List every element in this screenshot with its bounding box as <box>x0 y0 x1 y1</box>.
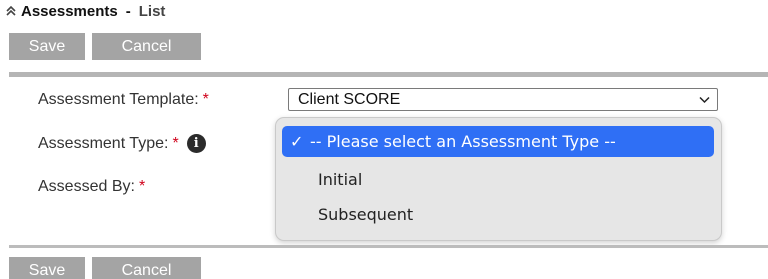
assessment-type-dropdown[interactable]: ✓ -- Please select an Assessment Type -- … <box>275 117 722 241</box>
assessed-by-label: Assessed By: * <box>38 178 145 196</box>
bottom-toolbar: Save Cancel <box>9 257 201 279</box>
save-button[interactable]: Save <box>9 33 85 60</box>
cancel-button-bottom[interactable]: Cancel <box>92 257 201 279</box>
assessment-template-label-text: Assessment Template: <box>38 91 199 108</box>
top-toolbar: Save Cancel <box>9 33 201 60</box>
dropdown-option-label: Initial <box>318 170 363 189</box>
chevron-down-icon <box>699 96 710 104</box>
page-header: Assessments - List <box>4 1 165 21</box>
assessment-template-value: Client SCORE <box>298 91 401 108</box>
dropdown-option-subsequent[interactable]: Subsequent <box>282 199 714 230</box>
section-divider-top <box>9 72 768 77</box>
assessments-page: Assessments - List Save Cancel Assessmen… <box>0 0 768 279</box>
dropdown-option-initial[interactable]: Initial <box>282 164 714 195</box>
assessed-by-label-text: Assessed By: <box>38 178 135 195</box>
required-marker: * <box>202 91 209 108</box>
title-separator: - <box>125 2 131 20</box>
assessment-template-label: Assessment Template: * <box>38 91 209 109</box>
page-title: Assessments <box>21 2 118 20</box>
required-marker: * <box>138 178 146 195</box>
save-button-bottom[interactable]: Save <box>9 257 85 279</box>
info-icon[interactable]: i <box>186 134 206 153</box>
dropdown-option-placeholder[interactable]: ✓ -- Please select an Assessment Type -- <box>282 126 714 157</box>
collapse-up-icon[interactable] <box>4 4 18 18</box>
dropdown-option-label: -- Please select an Assessment Type -- <box>310 132 616 151</box>
required-marker: * <box>172 134 179 152</box>
dropdown-option-label: Subsequent <box>318 205 414 224</box>
assessment-template-select[interactable]: Client SCORE <box>288 88 718 111</box>
assessment-type-label: Assessment Type: * i <box>38 134 206 153</box>
checkmark-icon: ✓ <box>290 132 304 151</box>
assessment-type-label-text: Assessment Type: <box>38 134 169 152</box>
section-divider-bottom <box>9 245 768 248</box>
cancel-button[interactable]: Cancel <box>92 33 201 60</box>
page-subtitle: List <box>138 2 166 20</box>
